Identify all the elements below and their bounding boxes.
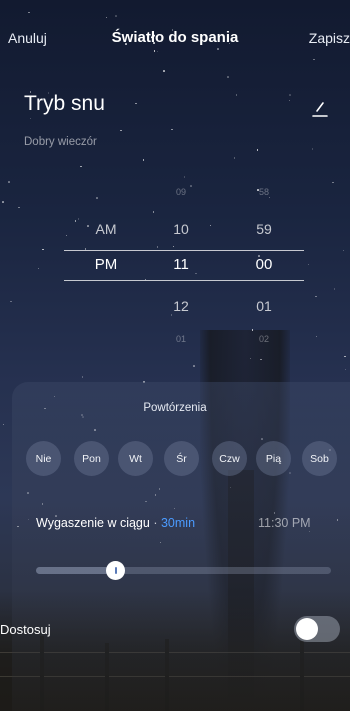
fade-duration: 30min (160, 516, 196, 530)
fade-slider-fill (36, 567, 116, 574)
fade-slider-thumb[interactable] (106, 561, 126, 580)
minute-option[interactable]: 59 (256, 221, 272, 237)
star-dot (288, 99, 291, 102)
star-dot (235, 94, 238, 96)
star-dot (289, 94, 291, 96)
pencil-icon[interactable] (312, 100, 328, 118)
ampm-option-selected[interactable]: PM (95, 256, 118, 273)
minute-option[interactable]: 58 (259, 187, 269, 197)
selection-line-bottom (64, 280, 304, 281)
ampm-option[interactable]: AM (96, 221, 117, 237)
customize-toggle[interactable] (294, 616, 340, 642)
hour-option[interactable]: 12 (173, 298, 189, 314)
fade-slider-track[interactable] (36, 567, 331, 574)
star-dot (81, 376, 84, 378)
star-dot (171, 128, 173, 131)
toggle-knob (296, 618, 318, 640)
day-monday[interactable]: Pon (74, 441, 109, 476)
hour-option-selected[interactable]: 11 (173, 256, 189, 273)
repeat-title: Powtórzenia (143, 402, 207, 414)
day-sunday[interactable]: Nie (26, 441, 61, 476)
star-dot (2, 423, 5, 426)
fade-end-time: 11:30 PM (258, 516, 311, 530)
selection-line-top (64, 250, 304, 251)
star-dot (29, 117, 32, 120)
settings-panel (12, 382, 350, 711)
sleep-mode-title: Tryb snu (24, 92, 105, 115)
star-dot (227, 76, 229, 78)
fade-label: Wygaszenie w ciągu · 30min (36, 516, 195, 530)
page-title: Światło do spania (111, 29, 239, 46)
hour-option[interactable]: 01 (176, 334, 186, 344)
star-dot (120, 129, 122, 132)
customize-label: Dostosuj (0, 622, 51, 637)
top-bar: Anuluj Światło do spania Zapisz (0, 0, 350, 76)
day-saturday[interactable]: Sob (302, 441, 337, 476)
minute-option[interactable]: 01 (256, 298, 272, 314)
star-dot (344, 368, 347, 371)
day-wednesday[interactable]: Śr (164, 441, 199, 476)
save-button[interactable]: Zapisz (309, 30, 350, 46)
fade-label-text: Wygaszenie w ciągu (36, 516, 150, 530)
time-picker[interactable]: AM PM 09 10 11 12 01 58 59 00 01 02 (0, 150, 350, 360)
fade-separator: · (153, 516, 158, 530)
minute-option-selected[interactable]: 00 (256, 256, 273, 273)
day-tuesday[interactable]: Wt (118, 441, 153, 476)
greeting-text: Dobry wieczór (24, 136, 97, 148)
star-dot (135, 102, 137, 105)
day-thursday[interactable]: Czw (212, 441, 247, 476)
star-dot (193, 365, 195, 367)
hour-option[interactable]: 10 (173, 221, 189, 237)
hour-option[interactable]: 09 (176, 187, 186, 197)
minute-option[interactable]: 02 (259, 334, 269, 344)
day-friday[interactable]: Pią (256, 441, 291, 476)
